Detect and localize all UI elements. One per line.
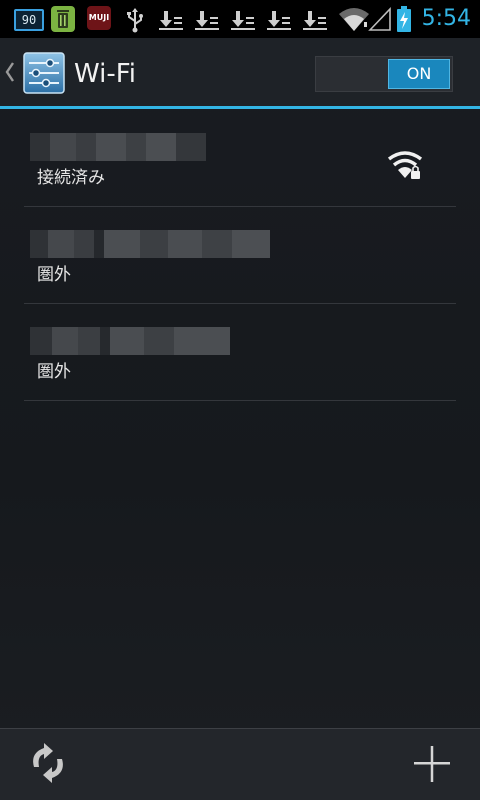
action-bar-divider <box>0 106 480 109</box>
network-status: 圏外 <box>37 362 71 382</box>
list-divider <box>24 400 456 401</box>
network-ssid-obscured <box>30 230 270 258</box>
list-divider <box>24 206 456 207</box>
list-divider <box>24 303 456 304</box>
settings-icon[interactable] <box>22 51 66 95</box>
up-navigation-icon[interactable] <box>4 60 16 84</box>
network-ssid-obscured <box>30 133 206 161</box>
download-icon <box>303 11 327 30</box>
download-icon <box>267 11 291 30</box>
download-icon <box>159 11 183 30</box>
trash-app-icon <box>51 6 75 32</box>
network-list-item[interactable]: 圏外 <box>24 305 456 401</box>
page-title: Wi-Fi <box>74 59 137 89</box>
refresh-icon[interactable] <box>20 735 76 791</box>
battery-charging-icon <box>397 6 411 32</box>
network-status: 接続済み <box>37 168 105 188</box>
network-list-item[interactable]: 接続済み <box>24 111 456 207</box>
status-bar: 90 MUJI 5:54 <box>0 0 480 38</box>
muji-app-icon: MUJI <box>87 6 111 30</box>
wifi-lock-icon <box>387 151 423 179</box>
download-icon <box>195 11 219 30</box>
plus-icon[interactable] <box>404 735 460 791</box>
notification-count-icon: 90 <box>14 9 44 31</box>
wifi-signal-icon <box>339 8 369 31</box>
network-list-item[interactable]: 圏外 <box>24 208 456 304</box>
switch-on-label: ON <box>388 59 450 89</box>
wifi-toggle-switch[interactable]: ON <box>315 56 453 92</box>
usb-icon <box>127 8 143 33</box>
network-status: 圏外 <box>37 265 71 285</box>
wifi-settings-screen: 90 MUJI 5:54 Wi-Fi ON 接続済み 圏外 圏外 <box>0 0 480 800</box>
cellular-signal-icon <box>368 7 391 31</box>
status-time: 5:54 <box>421 6 471 31</box>
download-icon <box>231 11 255 30</box>
network-ssid-obscured <box>30 327 230 355</box>
